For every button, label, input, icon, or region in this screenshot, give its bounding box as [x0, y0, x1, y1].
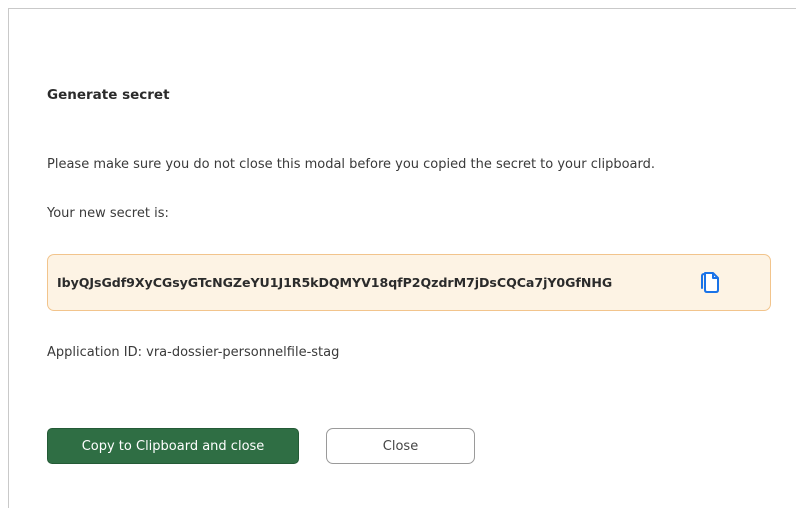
secret-box: IbyQJsGdf9XyCGsyGTcNGZeYU1J1R5kDQMYV18qf…: [47, 254, 771, 311]
warning-message: Please make sure you do not close this m…: [47, 157, 656, 172]
copy-and-close-button[interactable]: Copy to Clipboard and close: [47, 428, 299, 464]
copy-icon[interactable]: [698, 268, 722, 294]
modal-title: Generate secret: [47, 87, 170, 103]
close-button[interactable]: Close: [326, 428, 475, 464]
secret-value[interactable]: IbyQJsGdf9XyCGsyGTcNGZeYU1J1R5kDQMYV18qf…: [57, 275, 612, 290]
secret-label: Your new secret is:: [47, 206, 169, 221]
application-id: Application ID: vra-dossier-personnelfil…: [47, 345, 340, 360]
generate-secret-modal: Generate secret Please make sure you do …: [8, 8, 796, 508]
